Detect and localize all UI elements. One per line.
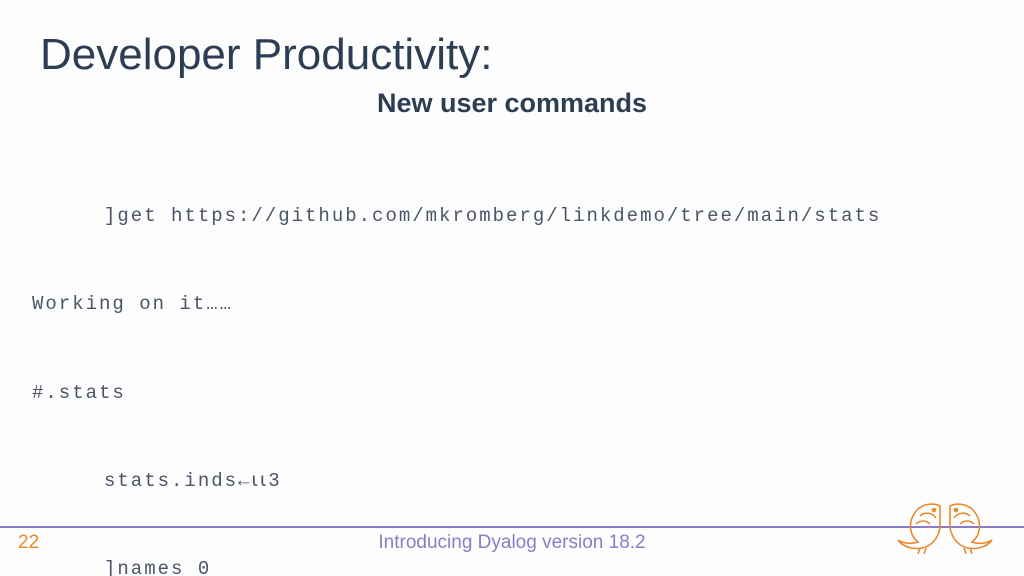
code-line: #.stats: [32, 379, 984, 408]
code-line: stats.inds←⍳⍳3: [32, 467, 984, 496]
dyalog-logo-icon: [890, 494, 1000, 554]
code-line: Working on it……: [32, 290, 984, 319]
slide-subtitle: New user commands: [40, 88, 984, 119]
code-line: ]names 0: [32, 555, 984, 576]
footer-title: Introducing Dyalog version 18.2: [0, 532, 1024, 554]
slide: Developer Productivity: New user command…: [0, 0, 1024, 576]
code-block: ]get https://github.com/mkromberg/linkde…: [32, 143, 984, 576]
footer: 22 Introducing Dyalog version 18.2: [0, 528, 1024, 558]
code-line: ]get https://github.com/mkromberg/linkde…: [32, 202, 984, 231]
slide-title: Developer Productivity:: [40, 30, 984, 80]
